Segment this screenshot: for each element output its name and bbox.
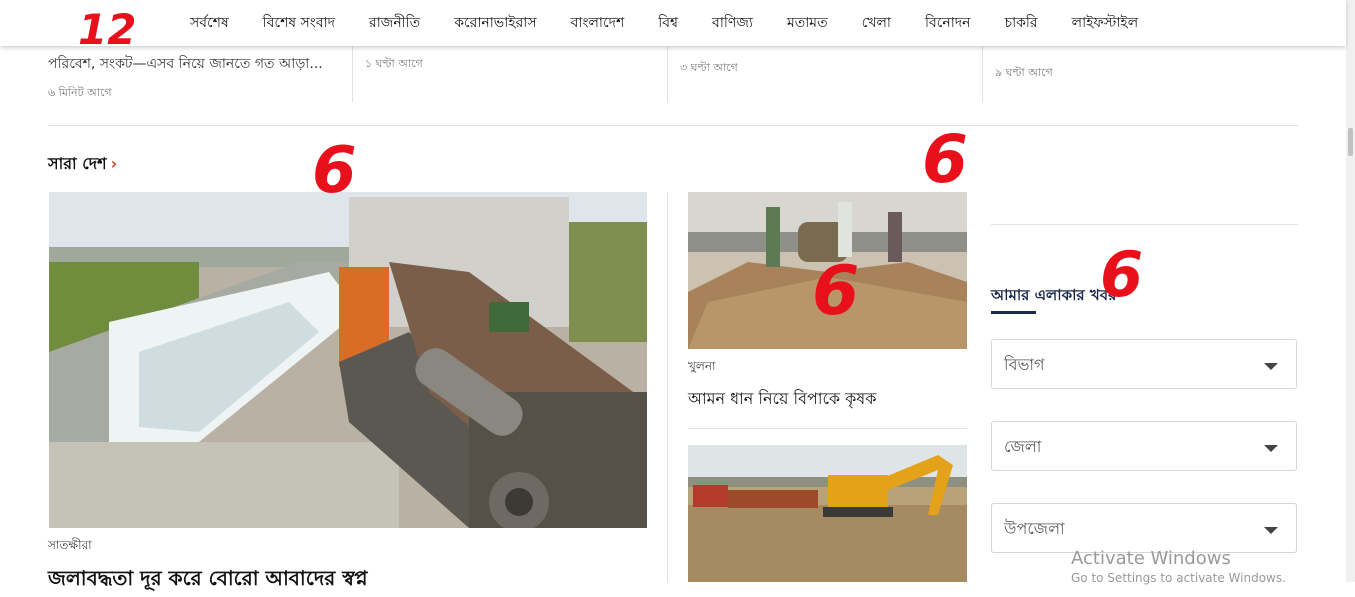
rice-farmers-photo	[688, 192, 967, 349]
excavator-photo	[688, 445, 967, 582]
annotation-6-text: 6	[922, 121, 968, 190]
nav-item-entertainment[interactable]: বিনোদন	[925, 11, 971, 35]
area-news-underline	[991, 311, 1036, 314]
main-story-location[interactable]: সাতক্ষীরা	[48, 537, 92, 557]
column-divider	[667, 192, 668, 582]
chevron-right-icon: ›	[110, 154, 118, 173]
district-select[interactable]: জেলা	[991, 421, 1297, 471]
nav-item-bangladesh[interactable]: বাংলাদেশ	[571, 11, 625, 35]
division-select-label: বিভাগ	[1004, 355, 1045, 374]
strip-story-2[interactable]: ১ ঘণ্টা আগে	[352, 46, 667, 102]
activate-windows-watermark: Activate Windows	[1071, 548, 1231, 569]
strip-story-time: ৩ ঘণ্টা আগে	[680, 61, 738, 74]
nav-item-jobs[interactable]: চাকরি	[1005, 11, 1038, 35]
top-navigation: সর্বশেষ বিশেষ সংবাদ রাজনীতি করোনাভাইরাস …	[0, 0, 1346, 46]
nav-item-coronavirus[interactable]: করোনাভাইরাস	[454, 11, 536, 35]
side-story-location[interactable]: খুলনা	[688, 358, 715, 378]
widget-divider	[991, 224, 1298, 225]
nav-item-opinion[interactable]: মতামত	[787, 11, 828, 35]
strip-story-time: ১ ঘণ্টা আগে	[365, 57, 423, 70]
main-story-photo[interactable]	[49, 192, 647, 528]
activate-windows-hint: Go to Settings to activate Windows.	[1071, 571, 1286, 585]
strip-story-4[interactable]: ৯ ঘণ্টা আগে	[982, 46, 1299, 102]
water-pump-photo	[49, 192, 647, 528]
annotation-6: 6	[922, 121, 968, 190]
nav-item-business[interactable]: বাণিজ্য	[712, 11, 753, 35]
area-news-title: আমার এলাকার খবর	[991, 286, 1117, 304]
scrollbar-thumb[interactable]	[1348, 128, 1353, 156]
section-title-link[interactable]: সারা দেশ ›	[48, 151, 117, 178]
caret-down-icon	[1264, 527, 1278, 534]
upazila-select[interactable]: উপজেলা	[991, 503, 1297, 553]
nav-item-politics[interactable]: রাজনীতি	[369, 11, 420, 35]
section-divider	[48, 125, 1298, 126]
side-divider	[688, 428, 967, 429]
nav-item-latest[interactable]: সর্বশেষ	[190, 11, 229, 35]
caret-down-icon	[1264, 445, 1278, 452]
nav-item-lifestyle[interactable]: লাইফস্টাইল	[1072, 11, 1139, 35]
nav-item-sports[interactable]: খেলা	[862, 11, 891, 35]
annotation-6: 6	[312, 134, 357, 200]
section-title: সারা দেশ	[48, 154, 107, 173]
strip-story-3[interactable]: ৩ ঘণ্টা আগে	[667, 46, 982, 102]
main-story-headline[interactable]: জলাবদ্ধতা দূর করে বোরো আবাদের স্বপ্ন	[48, 564, 368, 597]
vertical-scrollbar[interactable]	[1346, 0, 1355, 582]
annotation-6-text: 6	[312, 134, 357, 200]
side-story-headline[interactable]: আমন ধান নিয়ে বিপাকে কৃষক	[688, 386, 876, 413]
nav-item-special[interactable]: বিশেষ সংবাদ	[263, 11, 335, 35]
caret-down-icon	[1264, 363, 1278, 370]
nav-item-world[interactable]: বিশ্ব	[658, 11, 678, 35]
strip-story-text[interactable]: পরিবেশ, সংকট—এসব নিয়ে জানতে গত আড়া...	[48, 52, 338, 76]
side-story-photo-2[interactable]	[688, 445, 967, 582]
strip-story-time: ৯ ঘণ্টা আগে	[995, 66, 1053, 79]
side-story-photo[interactable]	[688, 192, 967, 349]
upazila-select-label: উপজেলা	[1004, 519, 1065, 538]
strip-story-1[interactable]: পরিবেশ, সংকট—এসব নিয়ে জানতে গত আড়া... …	[48, 46, 351, 102]
district-select-label: জেলা	[1004, 437, 1042, 456]
nav-menu: সর্বশেষ বিশেষ সংবাদ রাজনীতি করোনাভাইরাস …	[190, 0, 1172, 46]
strip-story-time: ৬ মিনিট আগে	[48, 86, 112, 99]
division-select[interactable]: বিভাগ	[991, 339, 1297, 389]
